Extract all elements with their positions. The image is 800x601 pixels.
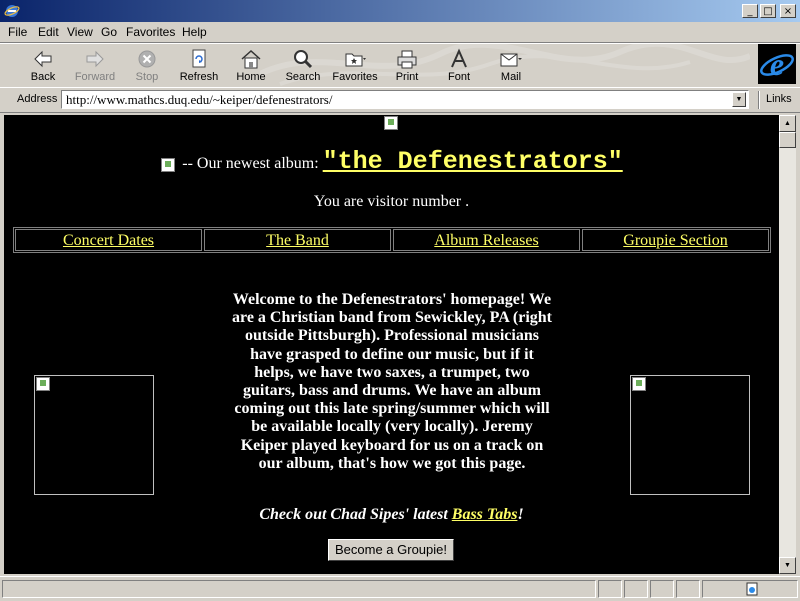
standard-toolbar: Back Forward Stop Refresh Home Search Fa…	[0, 43, 800, 88]
title-bar: _ □ ×	[0, 0, 800, 22]
forward-button[interactable]: Forward	[70, 45, 120, 85]
bass-tabs-prefix: Check out Chad Sipes' latest	[259, 506, 452, 523]
menu-view[interactable]: View	[67, 25, 93, 39]
ie-e-logo-icon: e	[760, 46, 794, 82]
broken-image-icon	[632, 377, 646, 391]
stop-icon	[138, 50, 156, 68]
address-label: Address	[17, 93, 58, 105]
album-releases-link[interactable]: Album Releases	[434, 232, 538, 249]
vertical-scrollbar[interactable]: ▲ ▼	[779, 115, 796, 574]
print-label: Print	[395, 71, 419, 83]
ie-throbber: e	[758, 44, 796, 84]
status-bar	[0, 576, 800, 601]
menu-favorites[interactable]: Favorites	[126, 25, 175, 39]
become-groupie-button[interactable]: Become a Groupie!	[328, 539, 454, 561]
concert-dates-link[interactable]: Concert Dates	[63, 232, 154, 249]
favorites-button[interactable]: Favorites	[330, 45, 380, 85]
menu-edit[interactable]: Edit	[38, 25, 59, 39]
search-label: Search	[285, 71, 321, 83]
printer-icon	[397, 50, 417, 69]
address-input[interactable]: http://www.mathcs.duq.edu/~keiper/defene…	[61, 90, 749, 109]
menu-go[interactable]: Go	[101, 25, 117, 39]
broken-image-icon	[384, 116, 398, 130]
address-bar: Address http://www.mathcs.duq.edu/~keipe…	[0, 87, 800, 113]
status-zone-pane	[702, 580, 798, 598]
status-text-pane	[2, 580, 596, 598]
close-button[interactable]: ×	[780, 4, 796, 18]
bass-tabs-link[interactable]: Bass Tabs	[452, 506, 518, 523]
nav-cell-the-band: The Band	[204, 229, 391, 251]
print-button[interactable]: Print	[382, 45, 432, 85]
status-pane-5	[676, 580, 700, 598]
favorites-label: Favorites	[332, 71, 378, 83]
broken-image-icon	[36, 377, 50, 391]
groupie-section-link[interactable]: Groupie Section	[623, 232, 727, 249]
status-pane-3	[624, 580, 648, 598]
forward-label: Forward	[74, 71, 116, 83]
status-pane-2	[598, 580, 622, 598]
page-content: -- Our newest album: "the Defenestrators…	[4, 115, 779, 574]
scroll-up-button[interactable]: ▲	[779, 115, 796, 132]
banner-image	[383, 115, 401, 132]
menu-bar: File Edit View Go Favorites Help	[0, 22, 800, 43]
home-label: Home	[236, 71, 266, 83]
back-arrow-icon	[34, 50, 52, 68]
mail-icon	[500, 53, 522, 67]
links-separator	[758, 91, 760, 109]
search-button[interactable]: Search	[278, 45, 328, 85]
back-label: Back	[30, 71, 56, 83]
svg-text:e: e	[770, 46, 784, 82]
address-url: http://www.mathcs.duq.edu/~keiper/defene…	[66, 92, 333, 107]
scroll-down-button[interactable]: ▼	[779, 557, 796, 574]
nav-cell-groupie-section: Groupie Section	[582, 229, 769, 251]
favorites-folder-icon	[345, 53, 366, 67]
the-band-link[interactable]: The Band	[266, 232, 329, 249]
mail-button[interactable]: Mail	[486, 45, 536, 85]
menu-help[interactable]: Help	[182, 25, 207, 39]
broken-image-icon	[161, 158, 176, 172]
status-pane-4	[650, 580, 674, 598]
page-loaded-icon	[746, 582, 758, 596]
album-title-link[interactable]: "the Defenestrators"	[323, 147, 623, 176]
album-line: -- Our newest album: "the Defenestrators…	[4, 147, 779, 176]
stop-label: Stop	[135, 71, 159, 83]
refresh-icon	[192, 49, 206, 68]
home-button[interactable]: Home	[226, 45, 276, 85]
visitor-counter-text: You are visitor number .	[313, 193, 470, 210]
refresh-button[interactable]: Refresh	[174, 45, 224, 85]
ie-logo-icon	[4, 5, 20, 17]
bass-tabs-line: Check out Chad Sipes' latest Bass Tabs!	[4, 506, 779, 524]
stop-button[interactable]: Stop	[122, 45, 172, 85]
minimize-button[interactable]: _	[742, 4, 758, 18]
nav-cell-album-releases: Album Releases	[393, 229, 580, 251]
nav-cell-concert-dates: Concert Dates	[15, 229, 202, 251]
address-dropdown-button[interactable]: ▼	[732, 92, 746, 107]
right-photo-image	[630, 375, 750, 495]
refresh-label: Refresh	[179, 71, 219, 83]
forward-arrow-icon	[86, 50, 104, 68]
search-icon	[294, 50, 313, 69]
font-button[interactable]: Font	[434, 45, 484, 85]
font-label: Font	[447, 71, 470, 83]
left-photo-image	[34, 375, 154, 495]
mail-label: Mail	[500, 71, 522, 83]
bass-tabs-suffix: !	[517, 506, 524, 523]
album-cover-image	[160, 157, 178, 174]
back-button[interactable]: Back	[18, 45, 68, 85]
welcome-text: Welcome to the Defenestrators' homepage!…	[232, 291, 552, 472]
nav-table: Concert Dates The Band Album Releases Gr…	[13, 227, 771, 253]
album-prefix: -- Our newest album:	[182, 155, 319, 172]
home-icon	[241, 49, 261, 69]
font-icon	[451, 48, 467, 68]
scroll-thumb[interactable]	[779, 132, 796, 148]
maximize-button[interactable]: □	[760, 4, 776, 18]
menu-file[interactable]: File	[8, 25, 27, 39]
links-button[interactable]: Links	[766, 93, 792, 105]
